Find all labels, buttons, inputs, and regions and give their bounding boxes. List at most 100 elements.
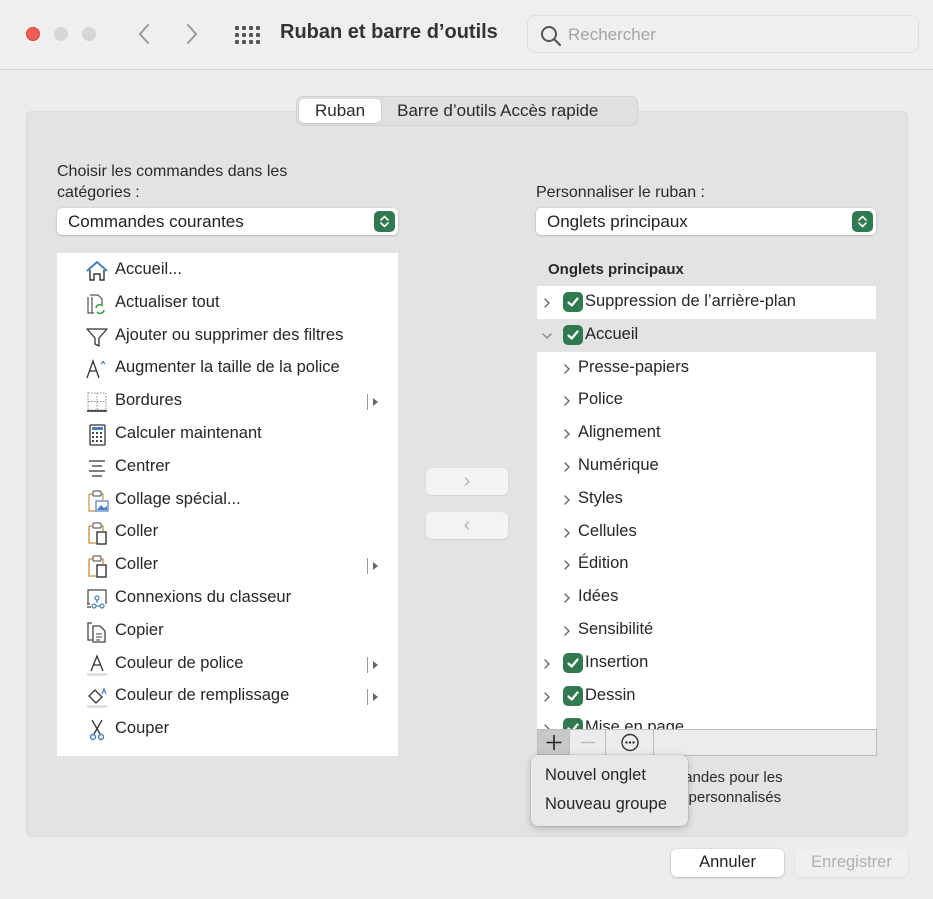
- chevron-right-icon[interactable]: [541, 657, 553, 669]
- cancel-button[interactable]: Annuler: [671, 849, 784, 877]
- command-item[interactable]: Ajouter ou supprimer des filtres: [57, 320, 398, 353]
- chevron-right-icon[interactable]: [561, 558, 573, 571]
- remove-command-button[interactable]: ‹: [426, 512, 508, 539]
- ribbon-tabs-tree[interactable]: Onglets principaux Suppression de l’arri…: [537, 253, 876, 729]
- tab-checkbox[interactable]: [563, 652, 583, 673]
- tree-group-row[interactable]: Numérique: [537, 450, 876, 483]
- command-item[interactable]: Actualiser tout: [57, 287, 398, 320]
- tree-group-row[interactable]: Cellules: [537, 516, 876, 549]
- chevron-right-icon[interactable]: [541, 690, 553, 702]
- chevron-right-icon[interactable]: [561, 394, 573, 407]
- tree-tab-row[interactable]: Accueil: [537, 318, 876, 352]
- tree-tab-row[interactable]: Dessin: [537, 680, 876, 713]
- command-item[interactable]: Collage spécial...: [57, 484, 398, 517]
- menu-item-new-group[interactable]: Nouveau groupe: [545, 795, 667, 814]
- command-label: Bordures: [115, 391, 182, 410]
- minus-icon: [581, 741, 595, 744]
- commands-list[interactable]: Accueil... Actualiser tout Ajouter ou supp…: [57, 253, 398, 756]
- command-item[interactable]: Connexions du classeur: [57, 582, 398, 615]
- command-label: Actualiser tout: [115, 292, 220, 311]
- remove-button[interactable]: [570, 730, 606, 755]
- command-item[interactable]: Augmenter la taille de la police: [57, 352, 398, 385]
- command-label: Coller: [115, 555, 159, 574]
- command-label: Ajouter ou supprimer des filtres: [115, 325, 344, 344]
- choose-commands-label-line2: catégories :: [57, 184, 140, 201]
- command-item-partial[interactable]: [57, 746, 398, 756]
- minimize-button[interactable]: [54, 27, 68, 41]
- command-item[interactable]: Calculer maintenant: [57, 418, 398, 451]
- tree-row-label: Insertion: [585, 652, 649, 671]
- tab-ruban[interactable]: Ruban: [299, 99, 382, 123]
- command-label: Couleur de remplissage: [115, 686, 290, 705]
- chevron-down-icon[interactable]: [541, 329, 553, 341]
- add-command-button[interactable]: ›: [426, 468, 508, 495]
- chevron-right-icon[interactable]: [561, 591, 573, 603]
- command-label: Augmenter la taille de la police: [115, 358, 340, 377]
- search-field[interactable]: [527, 15, 919, 53]
- chevron-right-icon[interactable]: [541, 722, 553, 729]
- submenu-arrow-icon: [367, 558, 381, 575]
- workbook-connections-icon: [85, 587, 109, 611]
- tree-toolbar: [537, 729, 877, 756]
- submenu-arrow-icon: [367, 394, 381, 411]
- back-button[interactable]: [131, 20, 157, 48]
- tree-row-label: Styles: [578, 488, 623, 507]
- tree-group-row[interactable]: Idées: [537, 581, 876, 614]
- tab-switcher: Ruban Barre d’outils Accès rapide: [296, 96, 638, 126]
- more-options-button[interactable]: [606, 730, 654, 755]
- chevron-right-icon[interactable]: [541, 296, 553, 308]
- close-button[interactable]: [26, 27, 40, 41]
- tab-checkbox[interactable]: [563, 324, 583, 345]
- command-item[interactable]: Couleur de police: [57, 648, 398, 681]
- zoom-button[interactable]: [82, 27, 96, 41]
- command-item[interactable]: Centrer: [57, 451, 398, 484]
- tree-tab-row[interactable]: Mise en page: [537, 712, 876, 729]
- command-label: Couleur de police: [115, 653, 244, 672]
- chevron-right-icon[interactable]: [561, 493, 573, 505]
- ribbon-tabs-value: Onglets principaux: [547, 212, 688, 231]
- tree-group-row[interactable]: Presse-papiers: [537, 352, 876, 385]
- ribbon-tabs-dropdown[interactable]: Onglets principaux: [536, 208, 876, 235]
- tree-tab-row[interactable]: Suppression de l’arrière-plan: [537, 286, 876, 319]
- command-item[interactable]: Bordures: [57, 385, 398, 418]
- choose-commands-label-line1: Choisir les commandes dans les: [57, 163, 288, 180]
- chevron-right-icon[interactable]: [561, 427, 573, 439]
- command-item[interactable]: Coller: [57, 549, 398, 582]
- tree-row-label: Accueil: [585, 324, 639, 343]
- chevron-right-icon[interactable]: [561, 526, 573, 538]
- updown-stepper-icon: [374, 211, 395, 232]
- add-button[interactable]: [538, 730, 570, 755]
- command-label: Coller: [115, 522, 159, 541]
- tree-row-label: Presse-papiers: [578, 357, 689, 376]
- tree-group-row[interactable]: Police: [537, 384, 876, 417]
- command-item[interactable]: Accueil...: [57, 254, 398, 287]
- chevron-right-icon[interactable]: [561, 460, 573, 472]
- tree-group-row[interactable]: Styles: [537, 483, 876, 516]
- tree-tab-row[interactable]: Insertion: [537, 647, 876, 680]
- tree-group-row[interactable]: Édition: [537, 548, 876, 581]
- chevron-right-icon[interactable]: [561, 624, 573, 636]
- save-button[interactable]: Enregistrer: [795, 849, 908, 877]
- plus-icon: [546, 735, 562, 750]
- tree-row-label: Suppression de l’arrière-plan: [585, 292, 796, 310]
- forward-button[interactable]: [179, 20, 205, 48]
- tab-checkbox[interactable]: [563, 718, 583, 729]
- command-item[interactable]: Couper: [57, 713, 398, 746]
- tab-quick-access-toolbar[interactable]: Barre d’outils Accès rapide: [381, 99, 614, 123]
- tree-group-row[interactable]: Alignement: [537, 417, 876, 450]
- tab-checkbox[interactable]: [563, 292, 583, 312]
- command-item[interactable]: Coller: [57, 516, 398, 549]
- commands-category-value: Commandes courantes: [68, 212, 244, 231]
- search-input[interactable]: [568, 22, 908, 48]
- menu-item-new-tab[interactable]: Nouvel onglet: [545, 766, 646, 785]
- command-item[interactable]: Copier: [57, 615, 398, 648]
- chevron-right-icon[interactable]: [561, 362, 573, 374]
- tab-checkbox[interactable]: [563, 685, 583, 706]
- tree-group-row[interactable]: Sensibilité: [537, 614, 876, 647]
- tree-header: Onglets principaux: [537, 253, 876, 286]
- borders-icon: [85, 390, 109, 414]
- commands-category-dropdown[interactable]: Commandes courantes: [57, 208, 398, 235]
- command-item[interactable]: Couleur de remplissage: [57, 680, 398, 713]
- calculator-icon: [85, 423, 109, 447]
- show-all-grid-icon[interactable]: [235, 26, 260, 44]
